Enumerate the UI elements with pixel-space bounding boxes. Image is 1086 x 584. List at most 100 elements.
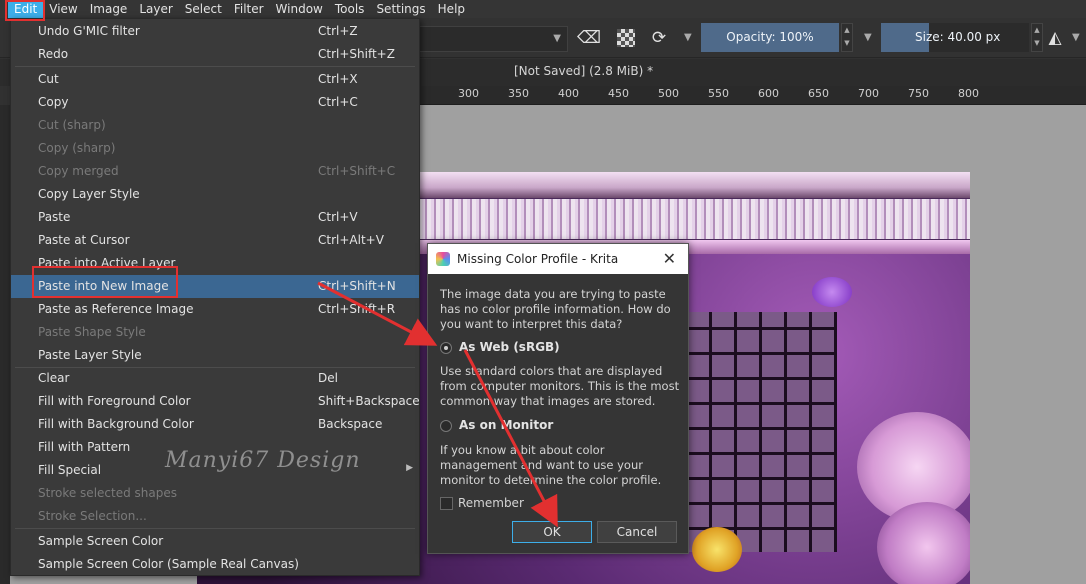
menu-item-copy-sharp: Copy (sharp)	[11, 137, 419, 160]
menu-item-redo[interactable]: Redo Ctrl+Shift+Z	[11, 43, 419, 66]
menu-item-paste-layer-style[interactable]: Paste Layer Style	[11, 344, 419, 367]
size-label: Size: 40.00 px	[915, 30, 1001, 44]
ruler-tick: 750	[908, 87, 929, 100]
menu-item-label: Paste as Reference Image	[38, 302, 194, 316]
menu-item-shortcut: Ctrl+Shift+R	[318, 302, 396, 316]
close-icon[interactable]: ✕	[663, 249, 676, 268]
ruler-tick: 500	[658, 87, 679, 100]
document-title[interactable]: [Not Saved] (2.8 MiB) *	[514, 64, 653, 78]
as-web-description: Use standard colors that are displayed f…	[440, 364, 680, 408]
remember-label[interactable]: Remember	[458, 496, 524, 510]
size-slider[interactable]: Size: 40.00 px	[881, 23, 1029, 52]
menu-layer[interactable]: Layer	[133, 0, 178, 18]
chevron-down-icon: ▼	[553, 33, 561, 44]
menu-item-fill-foreground[interactable]: Fill with Foreground Color Shift+Backspac…	[11, 390, 420, 413]
menu-item-label: Fill Special	[38, 463, 102, 477]
eraser-icon[interactable]: ⌫	[577, 27, 601, 49]
radio-as-web-label[interactable]: As Web (sRGB)	[459, 340, 560, 354]
ruler-tick: 700	[858, 87, 879, 100]
dialog-message: The image data you are trying to paste h…	[440, 287, 671, 331]
blend-mode-combo[interactable]: ▼	[418, 26, 568, 52]
opacity-slider[interactable]: Opacity: 100%	[701, 23, 839, 52]
menu-item-shortcut: Ctrl+Shift+Z	[318, 47, 395, 61]
krita-logo-icon	[436, 252, 450, 266]
menu-item-paste-at-cursor[interactable]: Paste at Cursor Ctrl+Alt+V	[11, 229, 419, 252]
mirror-icon[interactable]: ◭	[1044, 27, 1066, 49]
menu-item-label: Stroke selected shapes	[38, 486, 177, 500]
menu-item-copy-merged: Copy merged Ctrl+Shift+C	[11, 160, 419, 183]
menu-item-label: Stroke Selection...	[38, 509, 147, 523]
submenu-arrow-icon: ▶	[406, 463, 413, 473]
menu-item-label: Copy Layer Style	[38, 187, 140, 201]
radio-as-web[interactable]	[440, 342, 452, 354]
menu-item-shortcut: Shift+Backspace	[318, 394, 420, 408]
remember-checkbox[interactable]	[440, 497, 453, 510]
menu-image[interactable]: Image	[84, 0, 134, 18]
opacity-spinner[interactable]: ▲ ▼	[841, 23, 853, 52]
watermark-text: Manyi67 Design	[165, 448, 361, 473]
menu-item-label: Redo	[38, 47, 69, 61]
menu-help[interactable]: Help	[432, 0, 471, 18]
menu-item-copy-layer-style[interactable]: Copy Layer Style	[11, 183, 419, 206]
menu-item-shortcut: Ctrl+C	[318, 95, 358, 109]
ok-button[interactable]: OK	[512, 521, 592, 543]
annotation-box-edit	[5, 0, 45, 21]
ruler-tick: 650	[808, 87, 829, 100]
menu-item-label: Paste Shape Style	[38, 325, 146, 339]
menu-item-shortcut: Ctrl+X	[318, 72, 358, 86]
menu-item-fill-background[interactable]: Fill with Background Color Backspace	[11, 413, 419, 436]
image-grid-pattern	[687, 312, 837, 552]
menu-item-label: Clear	[38, 371, 70, 385]
ruler-tick: 300	[458, 87, 479, 100]
menu-item-label: Copy (sharp)	[38, 141, 116, 155]
menu-item-cut-sharp: Cut (sharp)	[11, 114, 419, 137]
radio-as-monitor-label[interactable]: As on Monitor	[459, 418, 553, 432]
chevron-down-icon[interactable]: ▼	[864, 32, 872, 43]
menu-item-undo[interactable]: Undo G'MIC filter Ctrl+Z	[11, 20, 419, 43]
menu-item-sample-screen-color[interactable]: Sample Screen Color	[11, 530, 419, 553]
menu-item-stroke-selection: Stroke Selection...	[11, 505, 419, 528]
menu-item-label: Fill with Foreground Color	[38, 394, 191, 408]
menu-tools[interactable]: Tools	[329, 0, 371, 18]
menu-item-shortcut: Backspace	[318, 417, 383, 431]
menu-view[interactable]: View	[43, 0, 83, 18]
menu-item-label: Paste at Cursor	[38, 233, 130, 247]
menu-item-label: Cut	[38, 72, 59, 86]
image-flower	[877, 502, 970, 584]
menu-item-shortcut: Ctrl+Shift+C	[318, 164, 396, 178]
menu-item-sample-real-canvas[interactable]: Sample Screen Color (Sample Real Canvas)	[11, 553, 419, 576]
horizontal-ruler: 300 350 400 450 500 550 600 650 700 750 …	[420, 86, 1086, 105]
chevron-down-icon[interactable]: ▼	[684, 32, 692, 43]
ruler-tick: 400	[558, 87, 579, 100]
size-spinner[interactable]: ▲ ▼	[1031, 23, 1043, 52]
menu-item-cut[interactable]: Cut Ctrl+X	[11, 68, 419, 91]
preserve-alpha-icon[interactable]	[617, 29, 635, 47]
menu-item-shortcut: Ctrl+V	[318, 210, 358, 224]
menu-item-stroke-shapes: Stroke selected shapes	[11, 482, 419, 505]
menu-window[interactable]: Window	[270, 0, 329, 18]
menu-item-paste[interactable]: Paste Ctrl+V	[11, 206, 419, 229]
reload-preset-icon[interactable]: ⟳	[648, 27, 670, 49]
ruler-tick: 550	[708, 87, 729, 100]
dialog-title: Missing Color Profile - Krita	[457, 252, 619, 266]
menu-item-clear[interactable]: Clear Del	[11, 367, 419, 390]
menu-item-paste-shape-style: Paste Shape Style	[11, 321, 419, 344]
menu-item-shortcut: Ctrl+Z	[318, 24, 358, 38]
menu-item-label: Sample Screen Color (Sample Real Canvas)	[38, 557, 299, 571]
menu-item-paste-as-reference[interactable]: Paste as Reference Image Ctrl+Shift+R	[11, 298, 419, 321]
menu-bar: Edit View Image Layer Select Filter Wind…	[0, 0, 1086, 18]
menu-item-shortcut: Ctrl+Alt+V	[318, 233, 384, 247]
menu-settings[interactable]: Settings	[370, 0, 431, 18]
menu-separator	[15, 66, 415, 67]
menu-item-shortcut: Del	[318, 371, 338, 385]
image-butterfly	[812, 277, 852, 307]
image-flower	[692, 527, 742, 572]
chevron-down-icon[interactable]: ▼	[1072, 32, 1080, 43]
missing-color-profile-dialog: Missing Color Profile - Krita ✕ The imag…	[427, 243, 689, 554]
menu-filter[interactable]: Filter	[228, 0, 270, 18]
menu-item-copy[interactable]: Copy Ctrl+C	[11, 91, 419, 114]
radio-as-monitor[interactable]	[440, 420, 452, 432]
annotation-box-paste-new-image	[32, 266, 178, 298]
menu-select[interactable]: Select	[179, 0, 228, 18]
cancel-button[interactable]: Cancel	[597, 521, 677, 543]
